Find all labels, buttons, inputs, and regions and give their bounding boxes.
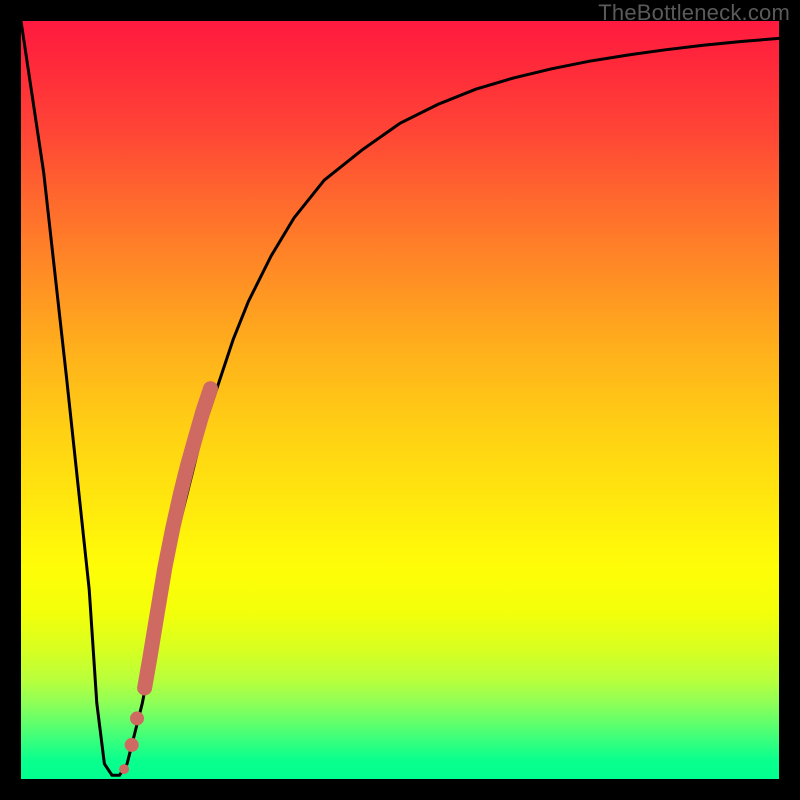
watermark: TheBottleneck.com — [598, 0, 790, 26]
plot-area — [21, 21, 779, 779]
bottleneck-curve — [21, 21, 779, 775]
highlight-dot — [119, 764, 129, 774]
highlight-dot — [130, 711, 144, 725]
highlight-thick-segment — [145, 389, 211, 688]
highlight-dot — [125, 738, 139, 752]
frame: TheBottleneck.com — [0, 0, 800, 800]
highlight-dots — [119, 711, 144, 774]
curve-layer — [21, 21, 779, 779]
